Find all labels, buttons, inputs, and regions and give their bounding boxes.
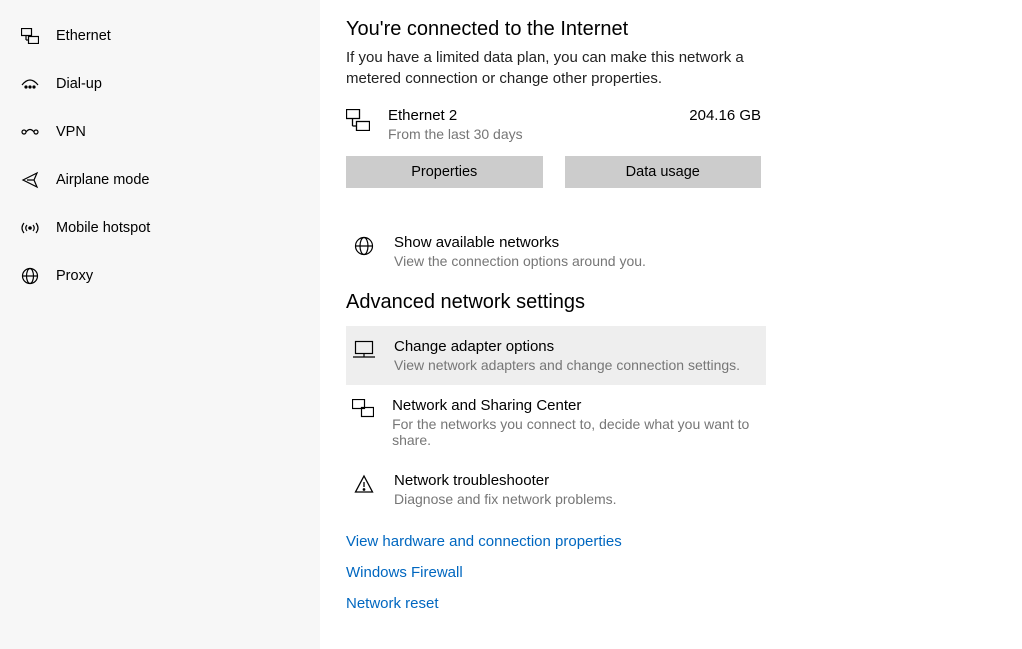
dialup-icon (18, 77, 42, 91)
main-content: You're connected to the Internet If you … (320, 0, 1022, 649)
sharing-title: Network and Sharing Center (392, 397, 760, 414)
sharing-sub: For the networks you connect to, decide … (392, 416, 760, 448)
properties-button[interactable]: Properties (346, 156, 543, 188)
proxy-icon (18, 267, 42, 285)
network-troubleshooter[interactable]: Network troubleshooter Diagnose and fix … (346, 460, 766, 519)
sidebar-item-vpn[interactable]: VPN (0, 108, 320, 156)
sidebar-item-dialup[interactable]: Dial-up (0, 60, 320, 108)
sidebar-item-label: Dial-up (56, 76, 102, 92)
ethernet-icon (18, 28, 42, 44)
advanced-heading: Advanced network settings (346, 291, 1022, 314)
sidebar-item-label: VPN (56, 124, 86, 140)
connection-summary: Ethernet 2 From the last 30 days 204.16 … (346, 107, 761, 142)
sidebar-item-label: Proxy (56, 268, 93, 284)
connection-period: From the last 30 days (388, 126, 689, 142)
change-adapter-options[interactable]: Change adapter options View network adap… (346, 326, 766, 385)
connection-usage: 204.16 GB (689, 107, 761, 124)
ethernet-large-icon (346, 109, 370, 136)
network-sharing-center[interactable]: Network and Sharing Center For the netwo… (346, 385, 766, 460)
available-sub: View the connection options around you. (394, 253, 646, 269)
link-windows-firewall[interactable]: Windows Firewall (346, 564, 1022, 581)
sharing-icon (352, 399, 374, 419)
adapter-title: Change adapter options (394, 338, 740, 355)
sidebar-item-label: Ethernet (56, 28, 111, 44)
hotspot-icon (18, 220, 42, 236)
available-title: Show available networks (394, 234, 646, 251)
globe-icon (352, 236, 376, 256)
adapter-icon (352, 340, 376, 360)
sidebar-item-label: Airplane mode (56, 172, 150, 188)
link-hardware-properties[interactable]: View hardware and connection properties (346, 533, 1022, 550)
page-title: You're connected to the Internet (346, 18, 1022, 41)
airplane-icon (18, 171, 42, 189)
sidebar: Ethernet Dial-up VPN Airplane mode Mobil… (0, 0, 320, 649)
sidebar-item-ethernet[interactable]: Ethernet (0, 12, 320, 60)
sidebar-item-label: Mobile hotspot (56, 220, 150, 236)
troubleshoot-sub: Diagnose and fix network problems. (394, 491, 617, 507)
page-subtitle: If you have a limited data plan, you can… (346, 47, 766, 89)
show-available-networks[interactable]: Show available networks View the connect… (346, 222, 766, 281)
sidebar-item-proxy[interactable]: Proxy (0, 252, 320, 300)
sidebar-item-hotspot[interactable]: Mobile hotspot (0, 204, 320, 252)
link-network-reset[interactable]: Network reset (346, 595, 1022, 612)
sidebar-item-airplane[interactable]: Airplane mode (0, 156, 320, 204)
data-usage-button[interactable]: Data usage (565, 156, 762, 188)
connection-name: Ethernet 2 (388, 107, 689, 124)
troubleshoot-title: Network troubleshooter (394, 472, 617, 489)
warning-icon (352, 474, 376, 494)
vpn-icon (18, 125, 42, 139)
adapter-sub: View network adapters and change connect… (394, 357, 740, 373)
